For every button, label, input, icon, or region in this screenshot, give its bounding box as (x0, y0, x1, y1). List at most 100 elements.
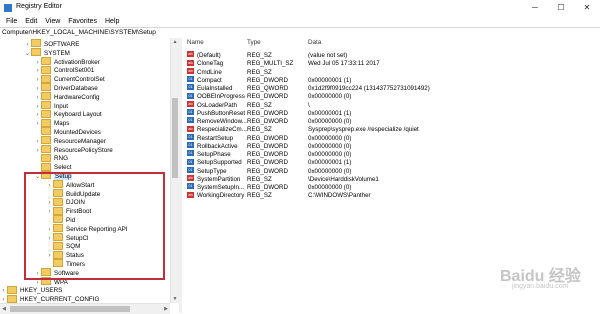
value-type: REG_SZ (247, 101, 272, 109)
menu-bar: File Edit View Favorites Help (0, 16, 600, 27)
tree-item-label: RNG (54, 155, 68, 163)
minimize-button[interactable]: ─ (522, 0, 548, 16)
value-row[interactable]: ab CloneTag REG_MULTI_SZ Wed Jul 05 17:33:1… (182, 59, 600, 68)
value-row[interactable]: ab RespecializeCm... REG_SZ Sysprep\sysprep… (182, 125, 600, 134)
value-row[interactable]: 01 RestartSetup REG_DWORD 0x00000000 (0) (182, 133, 600, 143)
scroll-down-icon[interactable]: ▼ (171, 295, 179, 303)
scroll-thumb[interactable] (172, 98, 178, 178)
tree-item[interactable]: › HKEY_CURRENT_CONFIG (0, 294, 100, 303)
value-row[interactable]: 01 SystemSetupIn... REG_DWORD 0x00000000 (0… (182, 183, 600, 192)
value-name: SetupPhase (197, 151, 231, 158)
tree-vertical-scrollbar[interactable]: ▲ ▼ (170, 38, 179, 303)
scroll-thumb-horizontal[interactable] (10, 306, 130, 312)
folder-icon (41, 56, 51, 65)
folder-icon (41, 83, 51, 92)
folder-icon (41, 74, 51, 83)
value-name-cell: 01 RemoveWindow... (187, 117, 247, 126)
folder-icon (31, 39, 41, 48)
binary-value-icon: 01 (187, 117, 194, 124)
tree-item-label: Select (54, 164, 72, 172)
value-name: SystemSetupIn... (197, 184, 245, 191)
menu-file[interactable]: File (6, 16, 17, 27)
value-row[interactable]: 01 SetupSupported REG_DWORD 0x00000001 (1) (182, 158, 600, 167)
value-row[interactable]: 01 EulaInstalled REG_QWORD 0x1d2f9f0919cc22… (182, 84, 600, 93)
tree-item-label: Input (54, 102, 69, 110)
value-row[interactable]: 01 PushButtonReset REG_DWORD 0x00000001 (1) (182, 109, 600, 118)
value-row[interactable]: 01 RemoveWindow... REG_DWORD 0x00000000 (0) (182, 117, 600, 126)
value-type: REG_DWORD (247, 109, 288, 117)
folder-icon (41, 92, 51, 101)
value-name: SetupType (197, 167, 227, 175)
value-type: REG_DWORD (247, 93, 288, 101)
value-name-cell: 01 PushButtonReset (187, 109, 245, 118)
string-value-icon: ab (187, 100, 194, 107)
value-row[interactable]: ab WorkingDirectory REG_SZ C:\WINDOWS\Panth… (182, 191, 600, 200)
binary-value-icon: 01 (187, 183, 194, 190)
tree-item-label: Keyboard Layout (54, 111, 102, 119)
maximize-button[interactable]: ☐ (548, 0, 574, 16)
tree-item[interactable]: Select (34, 162, 72, 172)
value-data: 0x00000000 (0) (308, 151, 352, 158)
folder-icon (41, 65, 51, 74)
menu-edit[interactable]: Edit (25, 16, 37, 27)
string-value-icon: ab (187, 51, 194, 58)
value-type: REG_QWORD (247, 85, 289, 92)
tree-item-label: HKEY_CURRENT_CONFIG (20, 296, 100, 303)
tree-item-label: ResourcePolicyStore (54, 146, 113, 154)
value-type: REG_DWORD (247, 118, 288, 125)
tree-item[interactable]: RNG (34, 153, 68, 163)
folder-icon (7, 294, 17, 303)
binary-value-icon: 01 (187, 92, 194, 99)
value-row[interactable]: 01 Compact REG_DWORD 0x00000001 (1) (182, 76, 600, 85)
value-type: REG_DWORD (247, 167, 288, 175)
menu-view[interactable]: View (45, 16, 60, 27)
menu-help[interactable]: Help (105, 16, 119, 27)
string-value-icon: ab (187, 67, 194, 74)
expand-icon[interactable]: › (0, 296, 7, 303)
value-data: 0x00000000 (0) (308, 134, 352, 142)
column-header-data[interactable]: Data (308, 38, 321, 48)
value-name: CmdLine (197, 68, 222, 76)
value-data: 0x1d2f9f0919cc224 (131437752731091492) (308, 85, 430, 92)
close-button[interactable]: ✕ (574, 0, 600, 16)
tree-item-label: CurrentControlSet (54, 76, 105, 84)
value-row[interactable]: 01 RollbackActive REG_DWORD 0x00000000 (0) (182, 142, 600, 151)
value-row[interactable]: 01 OOBEInProgress REG_DWORD 0x00000000 (0) (182, 92, 600, 101)
value-data: C:\WINDOWS\Panther (308, 192, 371, 200)
value-row[interactable]: 01 SetupPhase REG_DWORD 0x00000000 (0) (182, 150, 600, 159)
value-type: REG_DWORD (247, 184, 288, 191)
folder-icon (41, 127, 51, 136)
window-title: Registry Editor (16, 3, 62, 10)
tree-item-label: ActivationBroker (54, 58, 100, 66)
value-type: REG_DWORD (247, 151, 288, 158)
value-name-cell: ab OsLoaderPath (187, 100, 237, 110)
scroll-up-icon[interactable]: ▲ (171, 38, 179, 46)
value-data: 0x00000000 (0) (308, 167, 352, 175)
string-value-icon: ab (187, 191, 194, 198)
tree-item-label: HKEY_USERS (20, 287, 63, 295)
tree-item[interactable]: › Maps (34, 118, 69, 128)
collapse-icon[interactable]: ⌄ (24, 50, 31, 59)
value-row[interactable]: ab (Default) REG_SZ (value not set) (182, 51, 600, 60)
value-name-cell: 01 SetupSupported (187, 158, 242, 167)
menu-favorites[interactable]: Favorites (68, 16, 97, 27)
value-name-cell: ab RespecializeCm... (187, 125, 247, 134)
string-value-icon: ab (187, 59, 194, 66)
registry-editor-icon (4, 4, 12, 12)
value-row[interactable]: 01 SetupType REG_DWORD 0x00000000 (0) (182, 166, 600, 176)
value-name-cell: 01 OOBEInProgress (187, 92, 245, 101)
value-type: REG_DWORD (247, 76, 288, 84)
column-header-name[interactable]: Name (187, 38, 204, 48)
value-row[interactable]: ab OsLoaderPath REG_SZ \ (182, 100, 600, 110)
value-data: 0x00000000 (0) (308, 118, 352, 125)
title-bar: Registry Editor ─ ☐ ✕ (0, 0, 600, 17)
value-row[interactable]: ab CmdLine REG_SZ (182, 67, 600, 77)
column-header-type[interactable]: Type (247, 38, 261, 48)
folder-icon (41, 109, 51, 118)
value-name-cell: ab WorkingDirectory (187, 191, 244, 200)
tree-item[interactable]: › Input (34, 100, 69, 111)
binary-value-icon: 01 (187, 142, 194, 149)
value-type: REG_SZ (247, 126, 272, 134)
tree-horizontal-scrollbar[interactable]: ◀ ▶ (0, 303, 170, 314)
value-row[interactable]: ab SystemPartition REG_SZ \Device\HarddiskV… (182, 175, 600, 184)
